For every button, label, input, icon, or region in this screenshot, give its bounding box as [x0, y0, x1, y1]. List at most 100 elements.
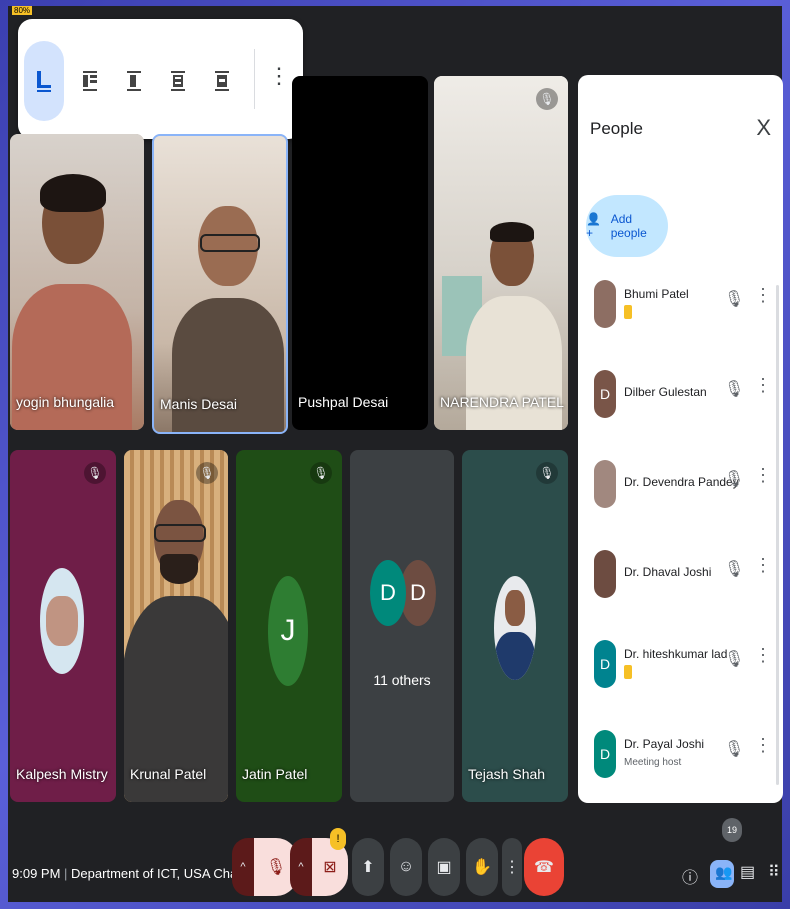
layout-toolbar: ⋮	[18, 19, 303, 139]
list-item[interactable]: D Dr. hiteshkumar lad 🎙 ⋮	[578, 635, 783, 723]
participant-name: Dr. hiteshkumar lad	[624, 647, 728, 661]
present-icon: ⬆	[361, 859, 375, 876]
participant-photo	[594, 280, 616, 328]
mic-off-icon: 🎙	[196, 462, 218, 484]
participant-name: Pushpal Desai	[298, 394, 389, 410]
hang-up-icon: ☎	[534, 859, 554, 876]
more-options-icon: ⋮	[504, 859, 520, 876]
end-call-button[interactable]: ☎	[524, 838, 564, 896]
participant-name: yogin bhungalia	[16, 394, 115, 410]
camera-options-button[interactable]: ^	[290, 838, 312, 896]
mic-off-icon: 🎙	[84, 462, 106, 484]
layout-auto-icon	[37, 71, 51, 92]
badge-icon	[624, 305, 632, 319]
layout-sidebar-right-icon	[215, 71, 229, 91]
reactions-button[interactable]: ☺	[390, 838, 422, 896]
zoom-badge: 80%	[12, 6, 33, 15]
participant-name: Dr. Devendra Pandey	[624, 475, 739, 489]
chat-icon[interactable]: ▤	[740, 862, 755, 882]
mic-off-icon: 🎙	[536, 462, 558, 484]
add-person-icon: 👤+	[586, 212, 601, 240]
layout-auto-button[interactable]	[24, 41, 64, 121]
participant-tile-jatin[interactable]: J 🎙 Jatin Patel	[236, 450, 342, 802]
participant-tile-pushpal[interactable]: Pushpal Desai	[292, 76, 428, 430]
participant-name: Jatin Patel	[242, 766, 308, 782]
participant-name: Manis Desai	[160, 396, 238, 412]
panel-title: People	[590, 119, 643, 138]
badge-icon	[624, 665, 632, 679]
layout-tiled-button[interactable]	[70, 41, 110, 121]
close-icon[interactable]: X	[756, 115, 771, 141]
participant-name: NARENDRA PATEL	[440, 394, 564, 410]
people-button[interactable]: 👥	[710, 860, 734, 888]
activities-icon[interactable]: ⠿	[768, 862, 780, 882]
mic-off-icon: 🎙	[724, 471, 745, 488]
present-button[interactable]: ⬆	[352, 838, 384, 896]
participant-avatar: D	[370, 560, 406, 626]
participant-tile-kalpesh[interactable]: 🎙 Kalpesh Mistry	[10, 450, 116, 802]
participant-avatar	[40, 568, 84, 674]
hand-icon: ✋	[472, 859, 492, 876]
layout-tiled-icon	[83, 71, 97, 91]
more-options-icon[interactable]: ⋮	[754, 285, 772, 306]
participant-tile-yogin[interactable]: yogin bhungalia	[10, 134, 144, 430]
participant-name: Bhumi Patel	[624, 287, 689, 301]
more-options-icon[interactable]: ⋮	[754, 465, 772, 486]
list-item[interactable]: Dr. Devendra Pandey 🎙 ⋮	[578, 455, 783, 543]
mic-off-icon: 🎙	[724, 291, 745, 308]
participant-tile-others[interactable]: D D 11 others	[350, 450, 454, 802]
participant-name: Krunal Patel	[130, 766, 207, 782]
list-item[interactable]: Bhumi Patel 🎙 ⋮	[578, 275, 783, 363]
mic-off-icon: 🎙	[536, 88, 558, 110]
scrollbar[interactable]	[776, 285, 779, 785]
add-people-button[interactable]: 👤+ Add people	[586, 195, 668, 257]
mic-off-icon: 🎙	[265, 859, 287, 876]
participant-avatar: J	[268, 576, 308, 686]
mic-options-button[interactable]: ^	[232, 838, 254, 896]
layout-sidebar-button[interactable]	[158, 41, 198, 121]
participant-tile-narendra[interactable]: 🎙 NARENDRA PATEL	[434, 76, 568, 430]
add-people-label: Add people	[610, 212, 647, 240]
participant-name: Dr. Payal Joshi	[624, 737, 705, 751]
participant-name: Dilber Gulestan	[624, 385, 707, 399]
people-icon: 👥	[715, 864, 733, 880]
participant-tile-manis[interactable]: Manis Desai	[152, 134, 288, 434]
captions-button[interactable]: ▣	[428, 838, 460, 896]
raise-hand-button[interactable]: ✋	[466, 838, 498, 896]
alert-badge: !	[330, 828, 346, 850]
people-count-badge: 19	[722, 818, 742, 842]
more-options-icon[interactable]: ⋮	[268, 63, 290, 89]
participant-tile-krunal[interactable]: 🎙 Krunal Patel	[124, 450, 228, 802]
control-bar: 9:09 PM | Department of ICT, USA Chapter…	[8, 812, 782, 902]
participant-avatar: D	[594, 370, 616, 418]
toolbar-divider	[254, 49, 255, 109]
meeting-details-icon[interactable]: ⓘ	[682, 864, 698, 888]
layout-sidebar-right-button[interactable]	[202, 41, 242, 121]
emoji-icon: ☺	[397, 858, 415, 875]
more-options-icon[interactable]: ⋮	[754, 375, 772, 396]
participant-name: Kalpesh Mistry	[16, 766, 108, 782]
list-item[interactable]: Dr. Dhaval Joshi 🎙 ⋮	[578, 545, 783, 633]
list-item[interactable]: D Dr. Payal Joshi Meeting host 🎙 ⋮	[578, 725, 783, 813]
people-panel: People X 👤+ Add people Bhumi Patel 🎙 ⋮ D…	[578, 75, 783, 803]
layout-spotlight-button[interactable]	[114, 41, 154, 121]
more-options-button[interactable]: ⋮	[502, 838, 522, 896]
more-options-icon[interactable]: ⋮	[754, 555, 772, 576]
separator: |	[64, 866, 72, 881]
participant-avatar: D	[594, 640, 616, 688]
layout-spotlight-icon	[127, 71, 141, 91]
mic-off-icon: 🎙	[310, 462, 332, 484]
more-options-icon[interactable]: ⋮	[754, 735, 772, 756]
participant-name: Dr. Dhaval Joshi	[624, 565, 712, 579]
more-options-icon[interactable]: ⋮	[754, 645, 772, 666]
mic-off-icon: 🎙	[724, 651, 745, 668]
camera-off-icon: ⊠	[323, 859, 337, 876]
participant-tile-tejash[interactable]: 🎙 Tejash Shah	[462, 450, 568, 802]
others-count-label: 11 others	[373, 672, 431, 688]
clock-time: 9:09 PM	[12, 866, 61, 881]
layout-sidebar-icon	[171, 71, 185, 91]
mic-off-icon: 🎙	[724, 741, 745, 758]
captions-icon: ▣	[436, 859, 452, 876]
mic-off-icon: 🎙	[724, 381, 745, 398]
list-item[interactable]: D Dilber Gulestan 🎙 ⋮	[578, 365, 783, 453]
